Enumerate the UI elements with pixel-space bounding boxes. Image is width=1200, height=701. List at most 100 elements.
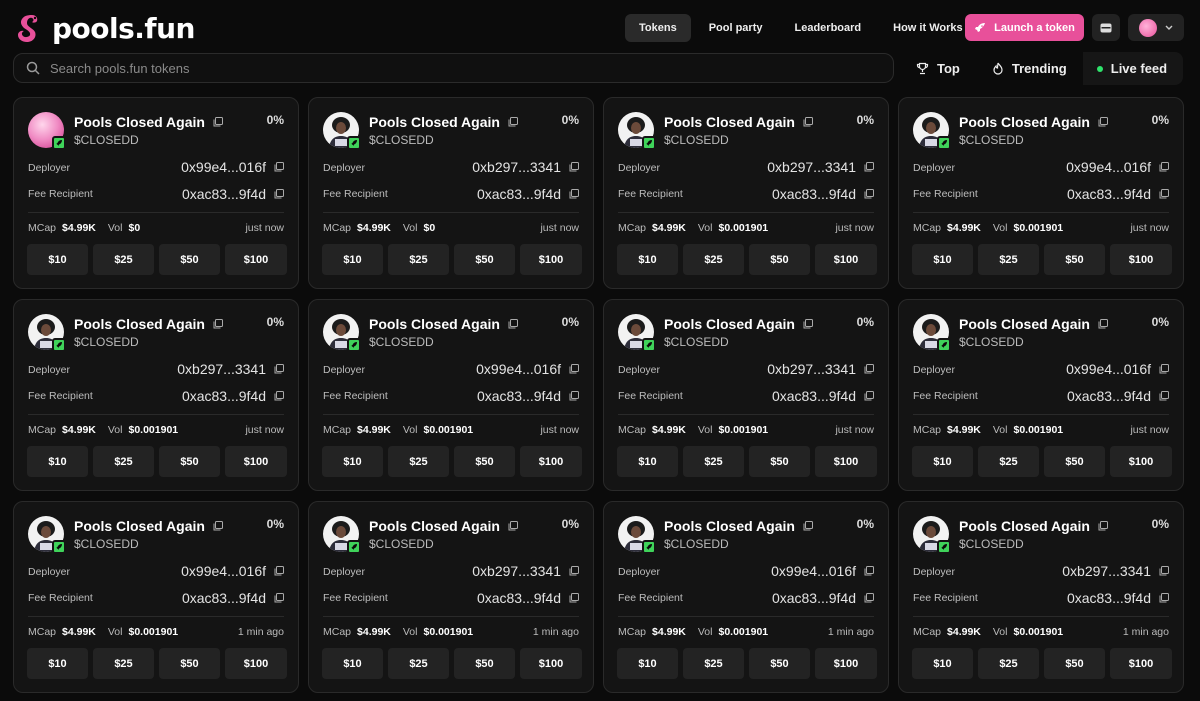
buy-10-button[interactable]: $10: [322, 446, 383, 477]
token-card[interactable]: Pools Closed Again $CLOSEDD 0% Deployer …: [898, 299, 1184, 491]
fee-recipient-address[interactable]: 0xac83...9f4d: [1067, 186, 1151, 202]
copy-icon[interactable]: [803, 319, 813, 329]
buy-25-button[interactable]: $25: [683, 446, 744, 477]
deployer-address[interactable]: 0x99e4...016f: [1066, 361, 1151, 377]
copy-icon[interactable]: [1098, 117, 1108, 127]
fee-recipient-address[interactable]: 0xac83...9f4d: [772, 590, 856, 606]
buy-25-button[interactable]: $25: [978, 244, 1039, 275]
copy-icon[interactable]: [508, 117, 518, 127]
fee-recipient-address[interactable]: 0xac83...9f4d: [182, 186, 266, 202]
token-card[interactable]: Pools Closed Again $CLOSEDD 0% Deployer …: [308, 299, 594, 491]
buy-25-button[interactable]: $25: [978, 648, 1039, 679]
buy-25-button[interactable]: $25: [388, 244, 449, 275]
deployer-address[interactable]: 0xb297...3341: [177, 361, 266, 377]
copy-icon[interactable]: [213, 521, 223, 531]
deployer-address[interactable]: 0xb297...3341: [767, 159, 856, 175]
deployer-address[interactable]: 0xb297...3341: [472, 563, 561, 579]
copy-icon[interactable]: [803, 117, 813, 127]
copy-icon[interactable]: [508, 319, 518, 329]
buy-50-button[interactable]: $50: [1044, 244, 1105, 275]
buy-10-button[interactable]: $10: [912, 244, 973, 275]
deployer-address[interactable]: 0x99e4...016f: [1066, 159, 1151, 175]
copy-icon[interactable]: [1159, 566, 1169, 576]
buy-50-button[interactable]: $50: [159, 244, 220, 275]
copy-icon[interactable]: [1159, 391, 1169, 401]
token-card[interactable]: Pools Closed Again $CLOSEDD 0% Deployer …: [13, 501, 299, 693]
copy-icon[interactable]: [213, 319, 223, 329]
buy-50-button[interactable]: $50: [454, 244, 515, 275]
copy-icon[interactable]: [508, 521, 518, 531]
buy-50-button[interactable]: $50: [749, 446, 810, 477]
deployer-address[interactable]: 0x99e4...016f: [181, 563, 266, 579]
buy-100-button[interactable]: $100: [520, 648, 582, 679]
token-card[interactable]: Pools Closed Again $CLOSEDD 0% Deployer …: [13, 299, 299, 491]
copy-icon[interactable]: [213, 117, 223, 127]
nav-leaderboard[interactable]: Leaderboard: [781, 14, 876, 42]
buy-100-button[interactable]: $100: [1110, 446, 1172, 477]
buy-25-button[interactable]: $25: [93, 648, 154, 679]
deployer-address[interactable]: 0xb297...3341: [767, 361, 856, 377]
deployer-address[interactable]: 0xb297...3341: [472, 159, 561, 175]
copy-icon[interactable]: [569, 364, 579, 374]
copy-icon[interactable]: [274, 593, 284, 603]
buy-25-button[interactable]: $25: [683, 648, 744, 679]
copy-icon[interactable]: [864, 162, 874, 172]
buy-25-button[interactable]: $25: [388, 446, 449, 477]
fee-recipient-address[interactable]: 0xac83...9f4d: [1067, 388, 1151, 404]
copy-icon[interactable]: [569, 391, 579, 401]
token-card[interactable]: Pools Closed Again $CLOSEDD 0% Deployer …: [308, 97, 594, 289]
buy-100-button[interactable]: $100: [1110, 244, 1172, 275]
fee-recipient-address[interactable]: 0xac83...9f4d: [182, 388, 266, 404]
token-card[interactable]: Pools Closed Again $CLOSEDD 0% Deployer …: [898, 97, 1184, 289]
buy-25-button[interactable]: $25: [388, 648, 449, 679]
buy-50-button[interactable]: $50: [749, 244, 810, 275]
buy-100-button[interactable]: $100: [225, 244, 287, 275]
buy-100-button[interactable]: $100: [815, 648, 877, 679]
buy-100-button[interactable]: $100: [225, 446, 287, 477]
deployer-address[interactable]: 0xb297...3341: [1062, 563, 1151, 579]
buy-100-button[interactable]: $100: [225, 648, 287, 679]
wallet-button[interactable]: [1092, 14, 1120, 41]
token-card[interactable]: Pools Closed Again $CLOSEDD 0% Deployer …: [308, 501, 594, 693]
copy-icon[interactable]: [569, 593, 579, 603]
fee-recipient-address[interactable]: 0xac83...9f4d: [477, 186, 561, 202]
copy-icon[interactable]: [569, 189, 579, 199]
copy-icon[interactable]: [274, 162, 284, 172]
copy-icon[interactable]: [864, 391, 874, 401]
token-card[interactable]: Pools Closed Again $CLOSEDD 0% Deployer …: [603, 501, 889, 693]
token-card[interactable]: Pools Closed Again $CLOSEDD 0% Deployer …: [13, 97, 299, 289]
buy-25-button[interactable]: $25: [93, 446, 154, 477]
copy-icon[interactable]: [1098, 521, 1108, 531]
buy-100-button[interactable]: $100: [520, 446, 582, 477]
fee-recipient-address[interactable]: 0xac83...9f4d: [477, 590, 561, 606]
buy-100-button[interactable]: $100: [1110, 648, 1172, 679]
copy-icon[interactable]: [274, 566, 284, 576]
token-card[interactable]: Pools Closed Again $CLOSEDD 0% Deployer …: [898, 501, 1184, 693]
buy-50-button[interactable]: $50: [454, 446, 515, 477]
buy-50-button[interactable]: $50: [159, 648, 220, 679]
copy-icon[interactable]: [569, 162, 579, 172]
copy-icon[interactable]: [1098, 319, 1108, 329]
nav-pool-party[interactable]: Pool party: [695, 14, 777, 42]
buy-25-button[interactable]: $25: [93, 244, 154, 275]
fee-recipient-address[interactable]: 0xac83...9f4d: [772, 186, 856, 202]
copy-icon[interactable]: [864, 593, 874, 603]
buy-25-button[interactable]: $25: [683, 244, 744, 275]
copy-icon[interactable]: [864, 189, 874, 199]
buy-10-button[interactable]: $10: [617, 446, 678, 477]
copy-icon[interactable]: [1159, 162, 1169, 172]
account-menu-button[interactable]: [1128, 14, 1184, 41]
copy-icon[interactable]: [274, 364, 284, 374]
deployer-address[interactable]: 0x99e4...016f: [476, 361, 561, 377]
buy-10-button[interactable]: $10: [27, 648, 88, 679]
copy-icon[interactable]: [864, 364, 874, 374]
buy-10-button[interactable]: $10: [27, 244, 88, 275]
buy-10-button[interactable]: $10: [322, 244, 383, 275]
fee-recipient-address[interactable]: 0xac83...9f4d: [772, 388, 856, 404]
nav-how-it-works[interactable]: How it Works: [879, 14, 976, 42]
brand-logo[interactable]: pools.fun: [12, 10, 195, 46]
buy-10-button[interactable]: $10: [617, 648, 678, 679]
token-card[interactable]: Pools Closed Again $CLOSEDD 0% Deployer …: [603, 299, 889, 491]
launch-token-button[interactable]: Launch a token: [965, 14, 1084, 41]
fee-recipient-address[interactable]: 0xac83...9f4d: [477, 388, 561, 404]
